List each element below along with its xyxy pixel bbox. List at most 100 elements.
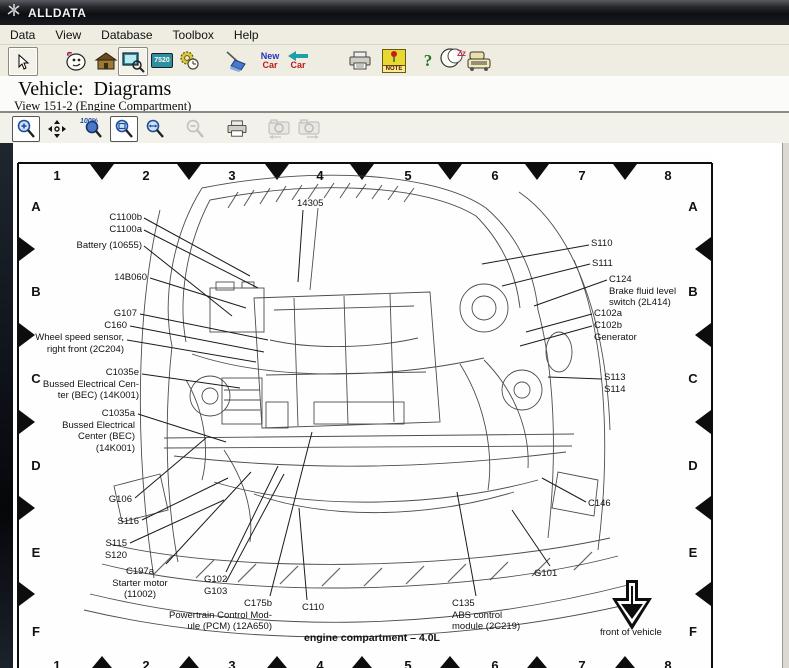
car-front-icon[interactable] [466, 47, 494, 74]
grid-col-5: 5 [398, 168, 418, 183]
home-icon[interactable] [92, 47, 120, 74]
grid-col-1-bottom: 1 [47, 658, 67, 668]
grid-col-3-bottom: 3 [222, 658, 242, 668]
label-s115-s120: S115 S120 [105, 538, 127, 561]
sleep-zz-text: Zz [457, 49, 466, 58]
grid-row-e-left: E [26, 545, 46, 560]
pan-button[interactable] [44, 117, 70, 141]
label-s113-s114: S113 S114 [604, 372, 625, 395]
grid-col-7: 7 [572, 168, 592, 183]
menu-bar: Data View Database Toolbox Help [0, 25, 789, 45]
help-glyph: ? [424, 51, 433, 71]
grid-row-d-left: D [26, 458, 46, 473]
snapshot-next-button[interactable] [296, 117, 322, 141]
pointer-button[interactable] [8, 47, 38, 76]
label-generator: C102b Generator [594, 320, 637, 343]
grid-col-1: 1 [47, 168, 67, 183]
window-title: ALLDATA [28, 6, 86, 20]
alldata-window: ALLDATA Data View Database Toolbox Help [0, 0, 789, 668]
desktop-edge-strip [0, 143, 13, 668]
grid-col-2-bottom: 2 [136, 658, 156, 668]
grid-col-5-bottom: 5 [398, 658, 418, 668]
zoom-100-button[interactable]: 100% [80, 117, 106, 141]
diagram-viewer-button[interactable] [118, 47, 148, 76]
label-g102-g103: G102 G103 [204, 574, 227, 597]
main-toolbar: 7520 NewCar Car [0, 45, 789, 77]
label-bec-upper: C1035e Bussed Electrical Cen- ter (BEC) … [43, 367, 139, 402]
label-g101: G101 [534, 568, 557, 580]
return-car-text: Car [290, 61, 305, 70]
grid-col-8: 8 [658, 168, 678, 183]
label-c160: C160 [104, 320, 127, 332]
zoom-toolbar: 100% [0, 111, 789, 146]
label-starter-motor: C197a Starter motor (11002) [104, 566, 176, 601]
grid-row-f-left: F [26, 624, 46, 639]
zoom-out-button[interactable] [182, 117, 208, 141]
title-bar[interactable]: ALLDATA [0, 0, 789, 25]
grid-row-d-right: D [683, 458, 703, 473]
label-s111: S111 [592, 258, 613, 270]
label-front-of-vehicle: front of vehicle [600, 627, 662, 639]
menu-data[interactable]: Data [0, 27, 45, 43]
label-s110: S110 [591, 238, 612, 250]
badge-7520-icon[interactable]: 7520 [148, 47, 176, 74]
grid-top-triangles [90, 164, 637, 180]
label-g107: G107 [114, 308, 137, 320]
menu-database[interactable]: Database [91, 27, 162, 43]
grid-col-8-bottom: 8 [658, 658, 678, 668]
snapshot-prev-button[interactable] [266, 117, 292, 141]
engine-diagram[interactable]: 1 2 3 4 5 6 7 8 1 2 3 4 5 6 7 8 A B C D … [14, 150, 714, 668]
grid-col-2: 2 [136, 168, 156, 183]
print-icon[interactable] [346, 47, 374, 74]
grid-row-b-right: B [683, 284, 703, 299]
settings-clock-icon[interactable] [176, 47, 204, 74]
new-car-text-bottom: Car [262, 61, 277, 70]
vehicle-title: Vehicle: Diagrams [18, 78, 171, 101]
vehicle-header: Vehicle: Diagrams View 151-2 (Engine Com… [0, 76, 789, 111]
grid-row-e-right: E [683, 545, 703, 560]
zoom-fit-button[interactable] [110, 116, 138, 142]
diagram-caption: engine compartment – 4.0L [304, 632, 440, 644]
zoom-in-button[interactable] [12, 116, 40, 142]
vehicle-title-label: Vehicle: [18, 78, 84, 100]
label-c146: C146 [588, 498, 611, 510]
label-14b060: 14B060 [114, 272, 147, 284]
menu-view[interactable]: View [45, 27, 91, 43]
label-battery: Battery (10655) [77, 240, 142, 252]
menu-toolbox[interactable]: Toolbox [163, 27, 224, 43]
sleep-moon-icon[interactable]: Zz [438, 47, 466, 74]
window-right-edge [782, 143, 789, 668]
badge-7520-text: 7520 [151, 53, 173, 68]
label-g106: G106 [109, 494, 132, 506]
zoom-width-button[interactable] [142, 117, 168, 141]
grid-row-a-left: A [26, 199, 46, 214]
label-pcm: C175b Powertrain Control Mod- ule (PCM) … [169, 598, 272, 633]
grid-col-3: 3 [222, 168, 242, 183]
label-brake-fluid-switch: C124 Brake fluid level switch (2L414) [609, 274, 676, 309]
mascot-face-icon[interactable] [62, 47, 90, 74]
grid-col-6: 6 [485, 168, 505, 183]
grid-col-4-bottom: 4 [310, 658, 330, 668]
grid-col-4: 4 [310, 168, 330, 183]
zoom-100-label: 100% [80, 118, 98, 125]
vehicle-title-value: Diagrams [94, 78, 172, 100]
note-icon[interactable]: NOTE [380, 47, 408, 74]
label-abs-module: C135 ABS control module (2C219) [452, 598, 520, 633]
return-to-car-icon[interactable]: Car [284, 47, 312, 74]
menu-help[interactable]: Help [224, 27, 269, 43]
alldata-logo-icon [6, 3, 22, 22]
label-c102a: C102a [594, 308, 622, 320]
label-battery-connectors: C1100b C1100a [109, 212, 142, 235]
grid-row-a-right: A [683, 199, 703, 214]
label-c110: C110 [302, 602, 324, 614]
label-s116: S116 [118, 516, 139, 528]
zoom-print-button[interactable] [224, 117, 250, 141]
label-14305: 14305 [297, 198, 323, 210]
label-wheel-speed-sensor: Wheel speed sensor, right front (2C204) [35, 332, 124, 355]
cleanup-brush-icon[interactable] [222, 47, 250, 74]
grid-col-6-bottom: 6 [485, 658, 505, 668]
new-car-icon[interactable]: NewCar [256, 47, 284, 74]
grid-row-f-right: F [683, 624, 703, 639]
note-text: NOTE [383, 65, 405, 72]
grid-row-c-right: C [683, 371, 703, 386]
